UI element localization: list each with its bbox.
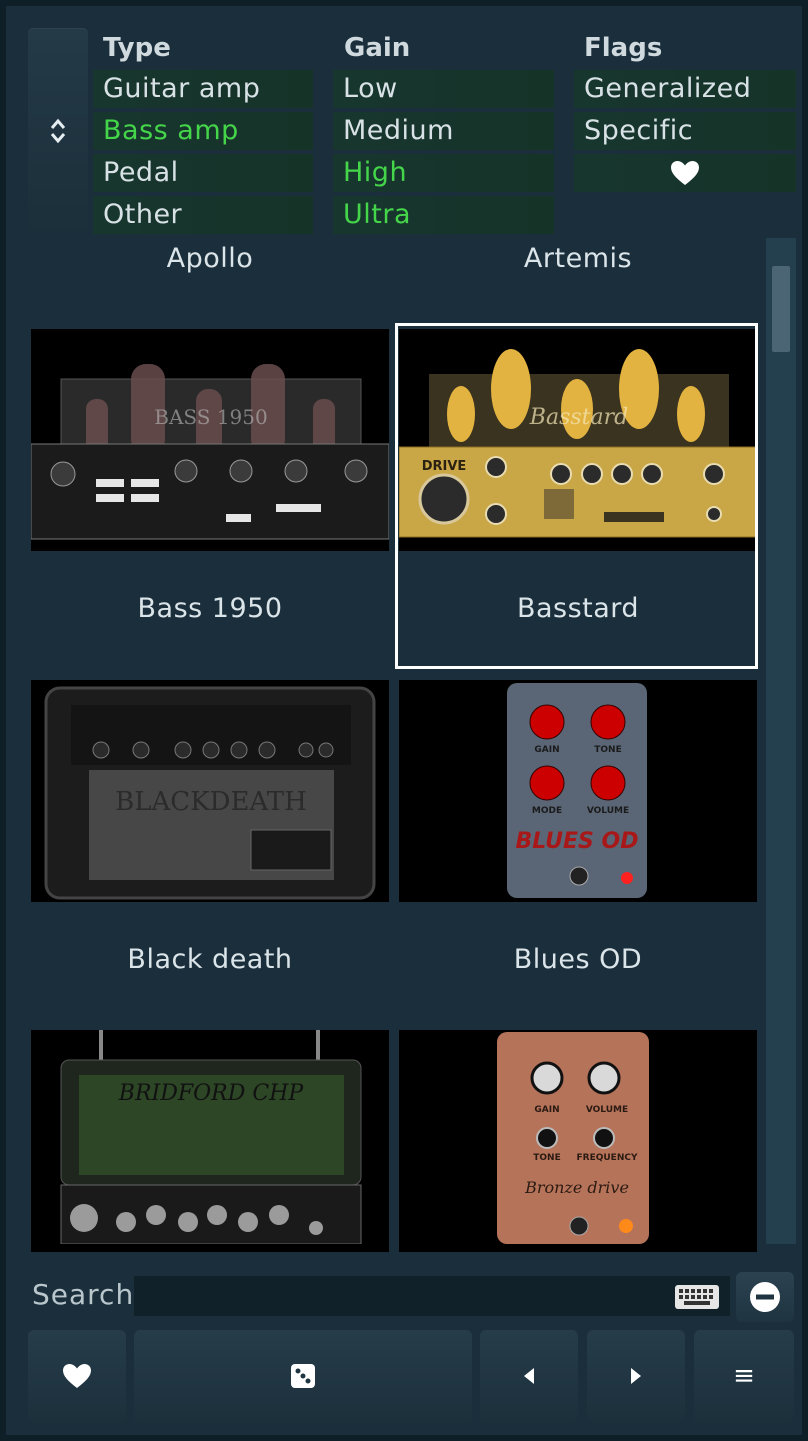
filter-gain-medium[interactable]: Medium xyxy=(333,112,554,150)
heart-icon xyxy=(63,1364,91,1388)
svg-text:TONE: TONE xyxy=(594,745,621,755)
chevron-up-down-icon xyxy=(50,118,66,143)
search-label: Search xyxy=(32,1278,135,1311)
preset-label-bass-1950[interactable]: Bass 1950 xyxy=(40,593,380,624)
gain-header: Gain xyxy=(344,33,411,63)
clear-search-button[interactable] xyxy=(736,1272,794,1322)
type-header: Type xyxy=(103,33,171,63)
filter-other[interactable]: Other xyxy=(93,196,313,234)
next-preset-button[interactable] xyxy=(587,1330,685,1422)
filter-gain-high[interactable]: High xyxy=(333,154,554,192)
preset-scrollbar[interactable] xyxy=(766,238,796,1244)
favorite-button[interactable] xyxy=(28,1330,126,1422)
preset-thumb-blues-od[interactable]: GAIN TONE MODE VOLUME BLUES OD xyxy=(399,680,757,902)
preset-label-black-death[interactable]: Black death xyxy=(40,944,380,975)
arrow-right-icon xyxy=(631,1368,641,1384)
collapse-filters-button[interactable] xyxy=(28,28,88,233)
menu-button[interactable]: ≡ xyxy=(694,1330,794,1422)
svg-text:FREQUENCY: FREQUENCY xyxy=(577,1153,638,1163)
keyboard-icon[interactable] xyxy=(674,1284,720,1310)
filter-bass-amp[interactable]: Bass amp xyxy=(93,112,313,150)
svg-text:VOLUME: VOLUME xyxy=(587,806,629,816)
search-input[interactable] xyxy=(134,1276,730,1316)
preset-thumb-bronze-drive[interactable]: GAIN VOLUME TONE FREQUENCY Bronze drive xyxy=(399,1030,757,1252)
filter-guitar-amp[interactable]: Guitar amp xyxy=(93,70,313,108)
scrollbar-thumb[interactable] xyxy=(772,266,790,352)
heart-icon xyxy=(671,161,699,185)
random-preset-button[interactable] xyxy=(134,1330,472,1422)
filter-gain-ultra[interactable]: Ultra xyxy=(333,196,554,234)
svg-text:GAIN: GAIN xyxy=(534,1105,559,1115)
filter-generalized[interactable]: Generalized xyxy=(574,70,796,108)
preset-thumb-bass-1950[interactable]: BASS 1950 xyxy=(31,329,389,551)
filter-favorites[interactable] xyxy=(574,154,796,192)
bridford-logo: BRIDFORD CHP xyxy=(118,1081,305,1106)
preset-label-apollo[interactable]: Apollo xyxy=(40,243,380,274)
svg-text:TONE: TONE xyxy=(533,1153,560,1163)
bass-1950-logo: BASS 1950 xyxy=(154,405,267,429)
bronze-drive-logo: Bronze drive xyxy=(524,1178,629,1197)
preset-thumb-bridford-chp[interactable]: BRIDFORD CHP xyxy=(31,1030,389,1252)
svg-text:GAIN: GAIN xyxy=(534,745,559,755)
black-death-logo: BLACKDEATH xyxy=(115,787,307,817)
minus-circle-icon xyxy=(750,1282,780,1312)
filter-pedal[interactable]: Pedal xyxy=(93,154,313,192)
dice-icon xyxy=(291,1364,315,1388)
filter-specific[interactable]: Specific xyxy=(574,112,796,150)
flags-header: Flags xyxy=(584,33,663,63)
preset-label-basstard[interactable]: Basstard xyxy=(408,593,748,624)
blues-od-logo: BLUES OD xyxy=(516,829,639,854)
preset-label-artemis[interactable]: Artemis xyxy=(408,243,748,274)
svg-text:VOLUME: VOLUME xyxy=(586,1105,628,1115)
arrow-left-icon xyxy=(524,1368,534,1384)
previous-preset-button[interactable] xyxy=(480,1330,578,1422)
svg-text:MODE: MODE xyxy=(532,806,562,816)
preset-label-blues-od[interactable]: Blues OD xyxy=(408,944,748,975)
preset-thumb-black-death[interactable]: BLACKDEATH xyxy=(31,680,389,902)
filter-gain-low[interactable]: Low xyxy=(333,70,554,108)
menu-icon: ≡ xyxy=(733,1361,755,1391)
preset-browser: Type Guitar amp Bass amp Pedal Other Gai… xyxy=(0,0,808,1441)
